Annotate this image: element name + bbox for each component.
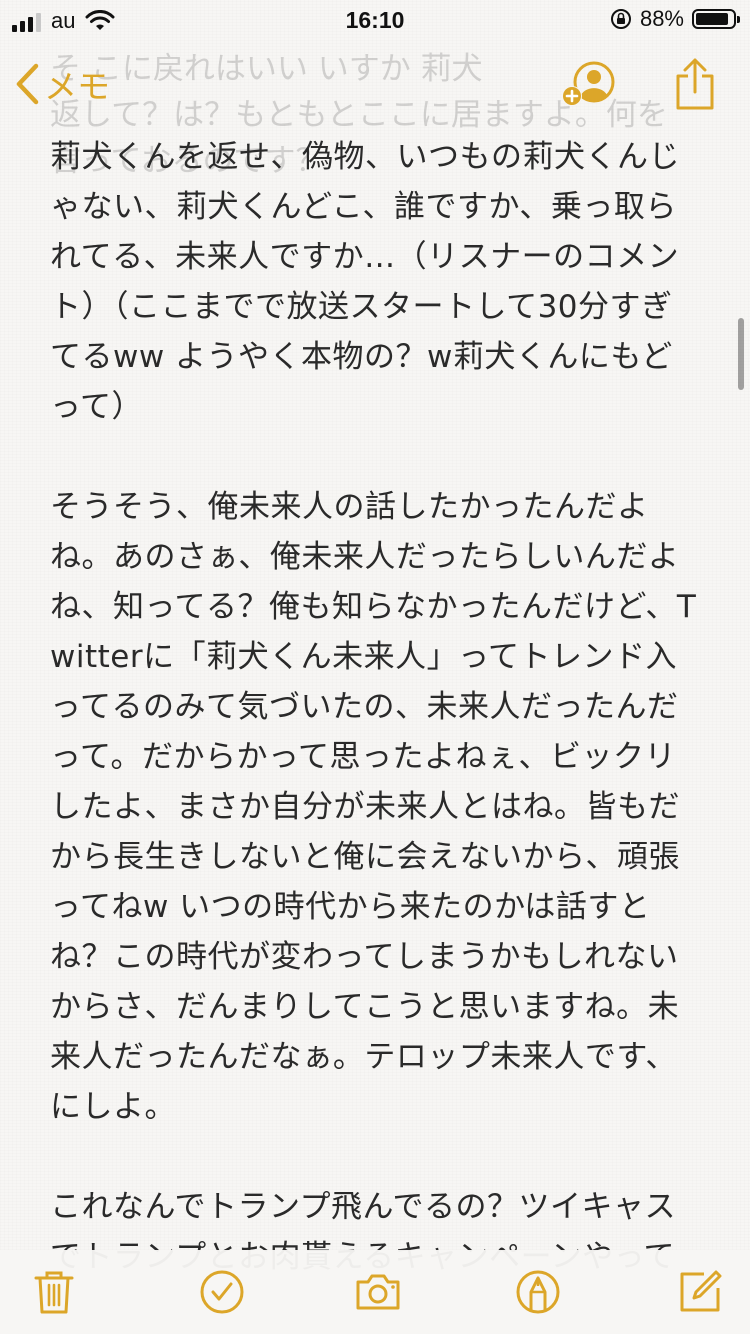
markup-button[interactable] bbox=[510, 1264, 566, 1320]
add-person-icon[interactable] bbox=[558, 60, 620, 110]
scroll-indicator[interactable] bbox=[738, 318, 744, 390]
share-icon[interactable] bbox=[672, 56, 718, 112]
compose-icon bbox=[680, 1270, 722, 1312]
battery-icon bbox=[692, 9, 740, 29]
battery-fill bbox=[696, 13, 728, 25]
status-bar: au 16:10 88% bbox=[0, 0, 750, 40]
camera-icon bbox=[356, 1274, 400, 1310]
note-paragraph: そうそう、俺未来人の話したかったんだよね。あのさぁ、俺未来人だったらしいんだよね… bbox=[50, 489, 697, 1125]
note-paragraph: 莉犬くんを返せ、偽物、いつもの莉犬くんじゃない、莉犬くんどこ、誰ですか、乗っ取ら… bbox=[50, 139, 680, 425]
checklist-button[interactable] bbox=[194, 1264, 250, 1320]
bottom-toolbar bbox=[0, 1250, 750, 1334]
markup-pen-icon bbox=[516, 1270, 560, 1314]
battery-percent: 88% bbox=[639, 6, 684, 31]
back-button[interactable]: メモ bbox=[14, 60, 110, 108]
rotation-lock-icon bbox=[610, 9, 631, 29]
trash-icon bbox=[34, 1271, 74, 1314]
delete-button[interactable] bbox=[26, 1264, 82, 1320]
checkmark-circle-icon bbox=[200, 1270, 244, 1314]
note-body[interactable]: 莉犬くんを返せ、偽物、いつもの莉犬くんじゃない、莉犬くんどこ、誰ですか、乗っ取ら… bbox=[50, 132, 698, 1332]
navigation-bar: メモ bbox=[0, 40, 750, 130]
chevron-left-icon bbox=[16, 63, 39, 105]
back-label: メモ bbox=[44, 67, 110, 106]
status-right: 88% bbox=[610, 6, 740, 32]
compose-button[interactable] bbox=[672, 1264, 728, 1320]
camera-button[interactable] bbox=[350, 1264, 406, 1320]
